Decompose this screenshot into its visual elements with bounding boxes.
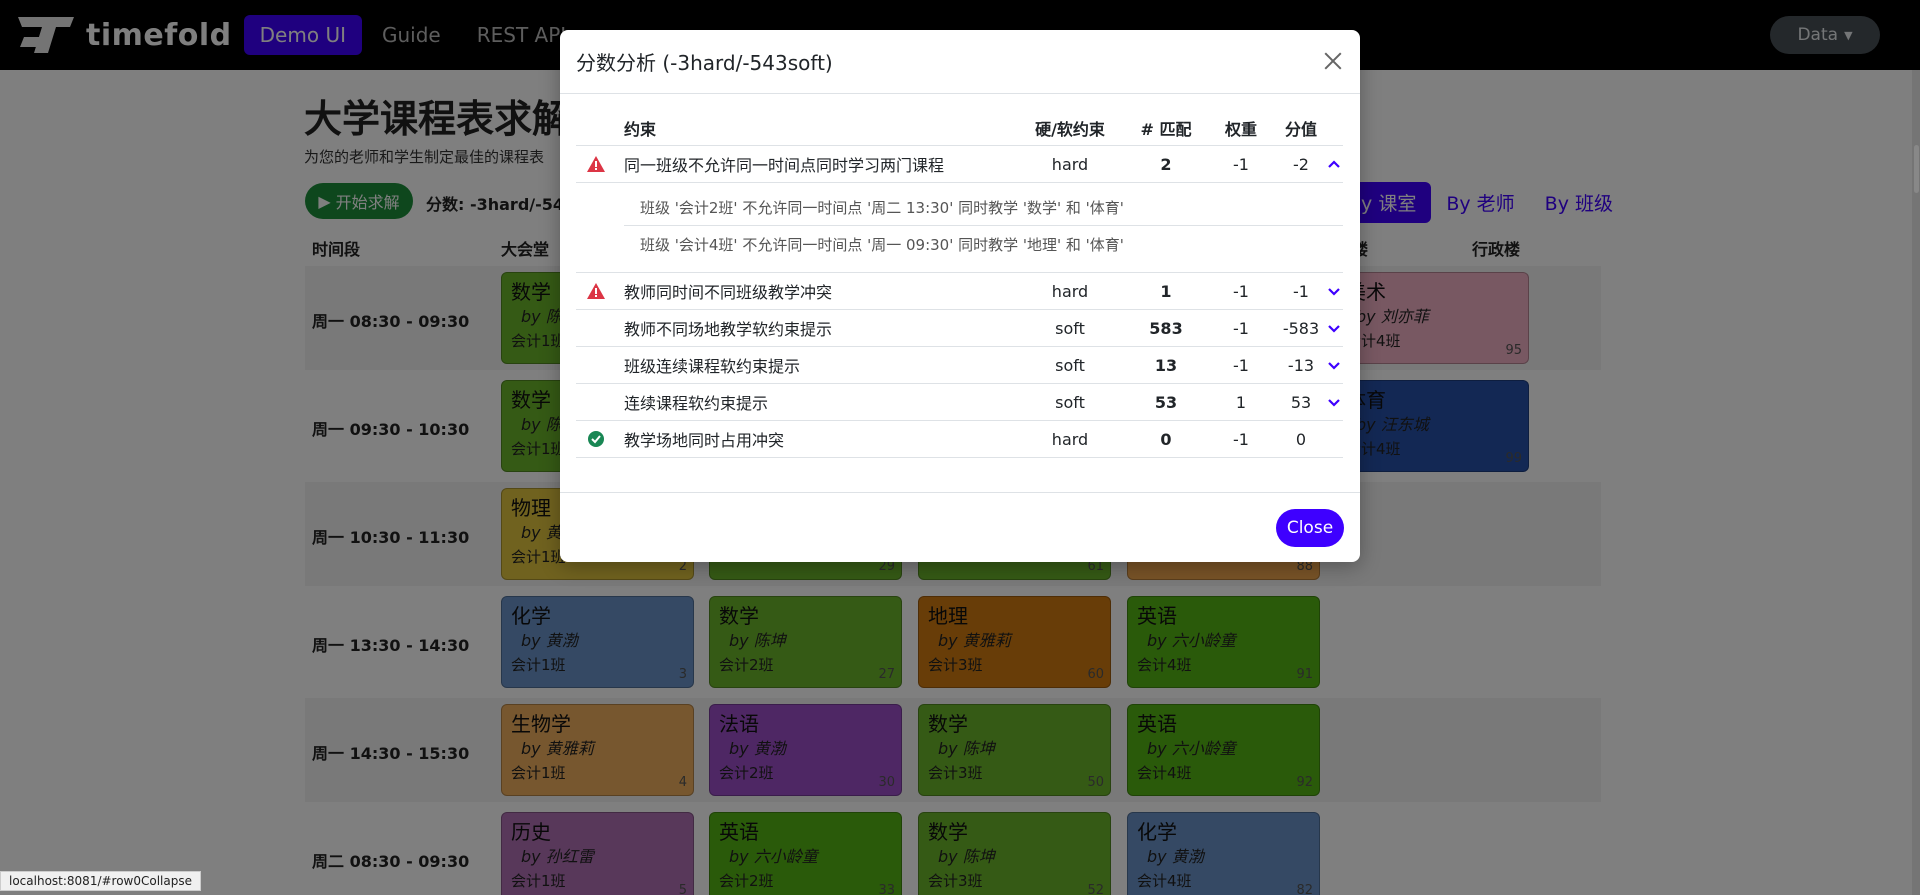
check-circle-icon — [584, 421, 608, 457]
constraint-name: 连续课程软约束提示 — [624, 394, 769, 413]
constraint-row: 连续课程软约束提示 soft 53 1 53 — [576, 384, 1343, 421]
blank-icon — [584, 384, 608, 420]
constraint-weight: -1 — [1233, 355, 1249, 375]
constraint-name: 教师同时间不同班级教学冲突 — [624, 283, 833, 302]
constraint-matches: 2 — [1160, 154, 1172, 174]
status-url: localhost:8081/#row0Collapse — [0, 871, 201, 891]
constraint-matches: 13 — [1154, 355, 1178, 375]
constraint-name: 同一班级不允许同一时间点同时学习两门课程 — [624, 156, 945, 175]
constraint-detail-item: 班级 '会计4班' 不允许同一时间点 '周一 09:30' 同时教学 '地理' … — [640, 236, 1124, 254]
constraint-name: 班级连续课程软约束提示 — [624, 357, 801, 376]
constraint-matches: 53 — [1154, 392, 1178, 412]
constraint-weight: -1 — [1233, 154, 1249, 174]
constraint-type: hard — [1051, 154, 1089, 174]
constraint-weight: -1 — [1233, 429, 1249, 449]
blank-icon — [584, 347, 608, 383]
scrollbar-thumb[interactable] — [1914, 145, 1919, 193]
constraint-row: 同一班级不允许同一时间点同时学习两门课程 hard 2 -1 -2 — [576, 146, 1343, 183]
constraint-score: 0 — [1295, 429, 1307, 449]
warning-icon — [584, 146, 608, 182]
score-table: 约束 硬/软约束 # 匹配 权重 分值 同一班级不允许同一时间点同时学习两门课程… — [576, 110, 1343, 458]
constraint-matches: 1 — [1160, 281, 1172, 301]
constraint-row: 教师同时间不同班级教学冲突 hard 1 -1 -1 — [576, 273, 1343, 310]
header-score: 分值 — [1284, 119, 1317, 139]
modal-header: 分数分析 (-3hard/-543soft) — [560, 30, 1360, 94]
constraint-row: 班级连续课程软约束提示 soft 13 -1 -13 — [576, 347, 1343, 384]
constraint-type: soft — [1055, 355, 1085, 375]
modal-footer: Close — [560, 492, 1360, 562]
chevron-up-icon[interactable] — [1324, 146, 1344, 182]
constraint-score: -2 — [1293, 154, 1309, 174]
constraint-detail-item: 班级 '会计2班' 不允许同一时间点 '周二 13:30' 同时教学 '数学' … — [624, 189, 1343, 226]
constraint-score: 53 — [1290, 392, 1312, 412]
constraint-weight: -1 — [1233, 318, 1249, 338]
header-constraint: 约束 — [624, 119, 657, 139]
score-analysis-modal: 分数分析 (-3hard/-543soft) 约束 硬/软约束 # 匹配 权重 … — [560, 30, 1360, 562]
header-weight: 权重 — [1224, 119, 1257, 139]
constraint-details: 班级 '会计2班' 不允许同一时间点 '周二 13:30' 同时教学 '数学' … — [576, 183, 1343, 273]
constraint-type: hard — [1051, 281, 1089, 301]
close-icon[interactable] — [1320, 48, 1346, 74]
blank-icon — [584, 310, 608, 346]
constraint-type: hard — [1051, 429, 1089, 449]
constraint-type: soft — [1055, 318, 1085, 338]
table-header: 约束 硬/软约束 # 匹配 权重 分值 — [576, 110, 1343, 146]
constraint-type: soft — [1055, 392, 1085, 412]
header-type: 硬/软约束 — [1035, 119, 1105, 139]
chevron-down-icon[interactable] — [1324, 384, 1344, 420]
constraint-row: 教师不同场地教学软约束提示 soft 583 -1 -583 — [576, 310, 1343, 347]
modal-title: 分数分析 (-3hard/-543soft) — [576, 51, 833, 75]
constraint-score: -583 — [1282, 318, 1320, 338]
constraint-matches: 0 — [1160, 429, 1172, 449]
constraint-score: -13 — [1287, 355, 1315, 375]
chevron-down-icon[interactable] — [1324, 310, 1344, 346]
constraint-score: -1 — [1293, 281, 1309, 301]
close-button[interactable]: Close — [1276, 509, 1344, 547]
constraint-row: 教学场地同时占用冲突 hard 0 -1 0 — [576, 421, 1343, 458]
constraint-rows: 同一班级不允许同一时间点同时学习两门课程 hard 2 -1 -2 班级 '会计2班' 不… — [576, 146, 1343, 458]
constraint-matches: 583 — [1149, 318, 1183, 338]
chevron-down-icon[interactable] — [1324, 273, 1344, 309]
warning-icon — [584, 273, 608, 309]
constraint-name: 教师不同场地教学软约束提示 — [624, 320, 833, 339]
constraint-name: 教学场地同时占用冲突 — [624, 431, 785, 450]
header-matches: # 匹配 — [1140, 119, 1192, 139]
scrollbar[interactable] — [1912, 0, 1920, 895]
chevron-down-icon[interactable] — [1324, 347, 1344, 383]
constraint-weight: -1 — [1233, 281, 1249, 301]
constraint-weight: 1 — [1235, 392, 1247, 412]
